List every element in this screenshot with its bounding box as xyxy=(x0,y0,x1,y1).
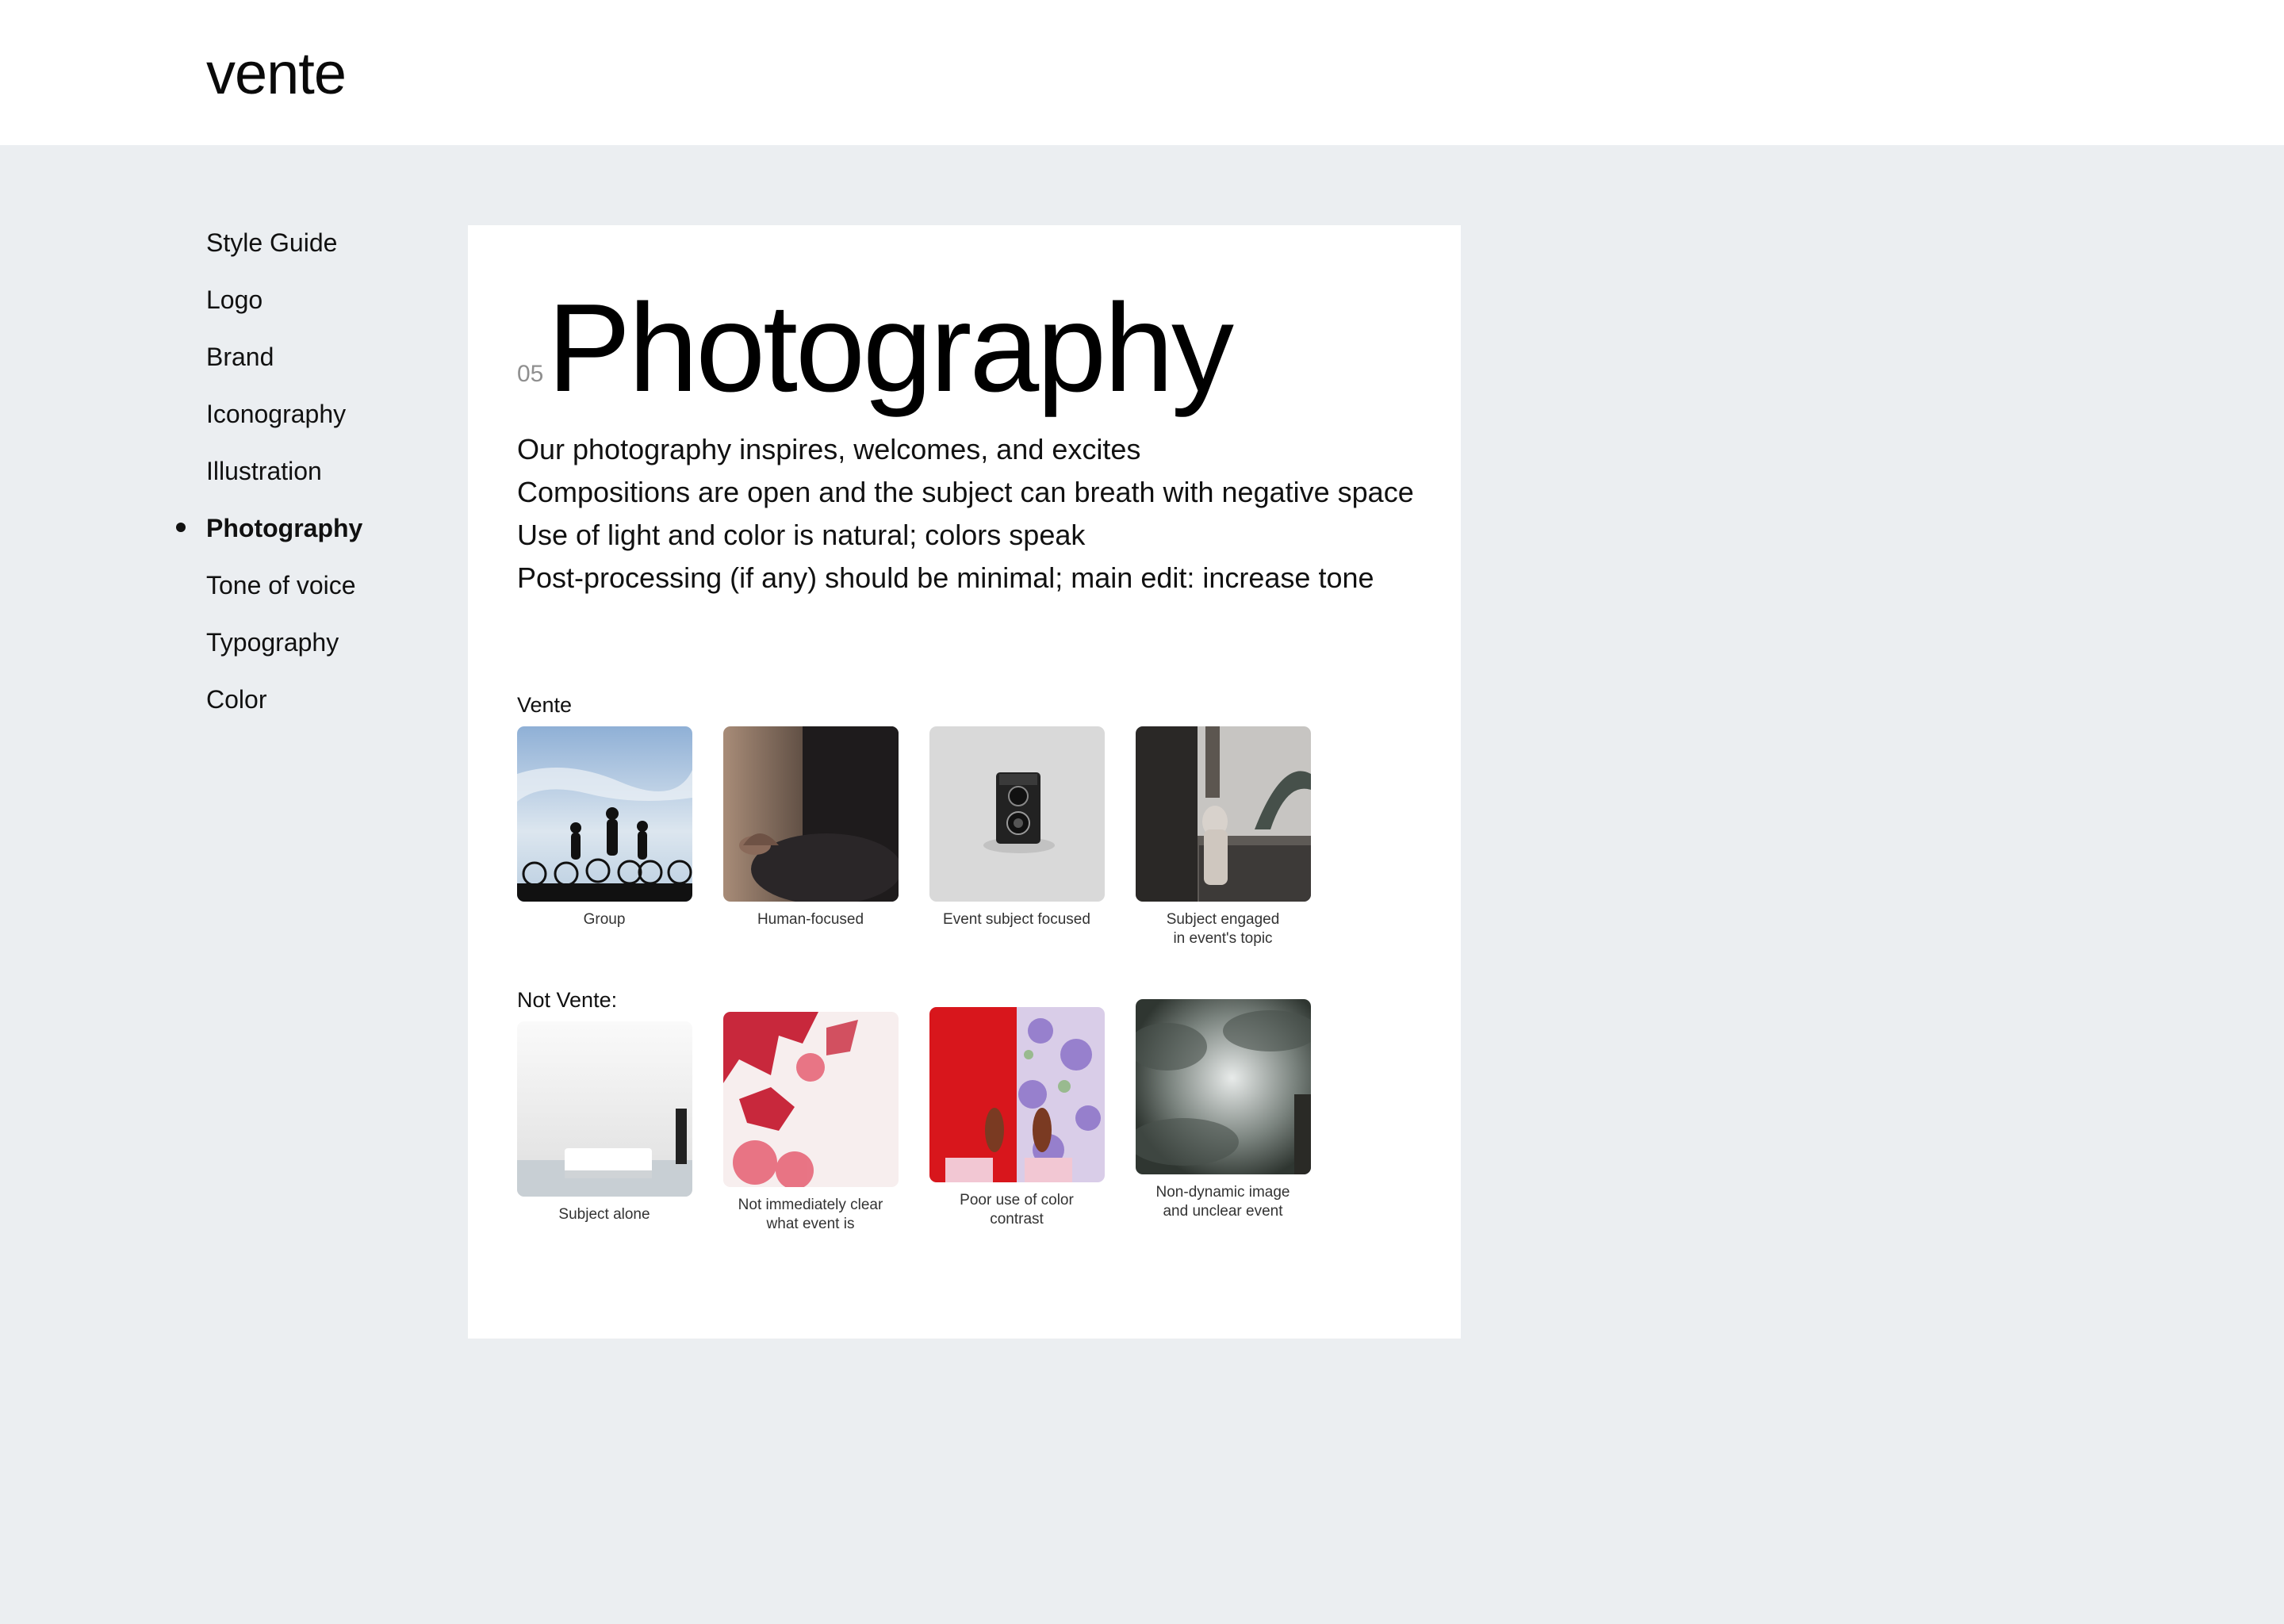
sidebar-item-style-guide[interactable]: Style Guide xyxy=(206,214,362,271)
photo-caption: Not immediately clear what event is xyxy=(738,1197,883,1232)
photo-caption: Subject engaged in event's topic xyxy=(1166,911,1280,947)
photo-caption: Non-dynamic image and unclear event xyxy=(1155,1184,1290,1220)
vente-logo[interactable]: vente xyxy=(206,38,347,109)
meditation-hands-photo xyxy=(723,726,899,902)
photo-caption: Subject alone xyxy=(558,1206,650,1223)
red-floor-shoes-photo xyxy=(929,1007,1105,1182)
sidebar-item-photography[interactable]: Photography xyxy=(176,500,363,557)
photo-caption: Event subject focused xyxy=(943,911,1090,928)
content-card: 05 Photography Our photography inspires,… xyxy=(468,225,1461,1339)
sidebar-item-logo[interactable]: Logo xyxy=(206,271,362,328)
red-leaves-photo xyxy=(723,1012,899,1187)
london-photographer-photo xyxy=(1136,726,1311,902)
intro-line: Compositions are open and the subject ca… xyxy=(517,476,1414,508)
cyclists-silhouette-photo xyxy=(517,726,692,902)
photo-caption: Group xyxy=(583,911,626,928)
intro-text: Our photography inspires, welcomes, and … xyxy=(517,428,1414,599)
cloudy-sky-photo xyxy=(1136,999,1311,1174)
section-number: 05 xyxy=(517,361,544,387)
intro-line: Our photography inspires, welcomes, and … xyxy=(517,433,1141,465)
sidebar-item-tone-of-voice[interactable]: Tone of voice xyxy=(206,557,362,614)
sidebar-item-iconography[interactable]: Iconography xyxy=(206,385,362,442)
active-bullet-icon xyxy=(176,523,186,532)
sidebar-nav: Style Guide Logo Brand Iconography Illus… xyxy=(176,214,363,728)
intro-line: Use of light and color is natural; color… xyxy=(517,519,1086,551)
sidebar-item-illustration[interactable]: Illustration xyxy=(206,442,362,500)
white-seating-photo xyxy=(517,1021,692,1197)
sidebar-item-typography[interactable]: Typography xyxy=(206,614,362,671)
top-bar: vente xyxy=(0,0,2284,145)
sidebar-item-label: Photography xyxy=(206,514,363,542)
not-vente-group-label: Not Vente: xyxy=(517,988,618,1012)
page-title: Photography xyxy=(547,278,1234,418)
sidebar-item-brand[interactable]: Brand xyxy=(206,328,362,385)
sidebar-item-color[interactable]: Color xyxy=(206,671,362,728)
vintage-camera-photo xyxy=(929,726,1105,902)
photo-caption: Human-focused xyxy=(757,911,864,928)
vente-group-label: Vente xyxy=(517,693,573,717)
intro-line: Post-processing (if any) should be minim… xyxy=(517,561,1374,594)
photo-caption: Poor use of color contrast xyxy=(960,1192,1074,1228)
